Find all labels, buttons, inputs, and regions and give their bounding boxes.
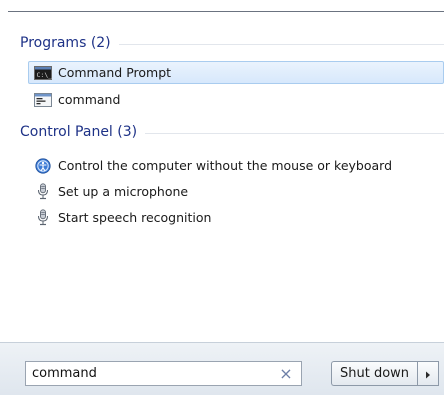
result-item-set-up-microphone[interactable]: Set up a microphone [28,180,444,203]
result-label: Start speech recognition [58,210,212,225]
dos-app-icon [34,91,52,109]
group-header-programs[interactable]: Programs (2) [20,32,444,54]
shut-down-button[interactable]: Shut down [331,361,418,386]
group-title-control-panel: Control Panel (3) [20,124,138,140]
result-label: Set up a microphone [58,184,189,199]
start-menu-bottom-bar: × Shut down [0,342,444,395]
cmd-icon: C:\_ [34,64,52,82]
shutdown-options-button[interactable] [417,361,440,386]
search-box[interactable]: × [25,361,302,386]
result-item-ease-of-access[interactable]: Control the computer without the mouse o… [28,154,444,177]
clear-search-icon[interactable]: × [275,363,297,385]
group-divider [118,43,444,45]
result-item-command-prompt[interactable]: C:\_ Command Prompt [28,61,444,84]
svg-text:C:\_: C:\_ [37,71,53,79]
result-item-command[interactable]: command [28,88,444,111]
result-label: Control the computer without the mouse o… [58,158,393,173]
microphone-icon [34,183,52,201]
microphone-icon [34,209,52,227]
search-results-pane: Programs (2) C:\_ Command Prompt command [0,12,444,342]
shutdown-group: Shut down [331,361,444,386]
group-divider [145,132,444,134]
ease-of-access-icon [34,157,52,175]
result-label: Command Prompt [58,65,172,80]
result-label: command [58,92,121,107]
group-title-programs: Programs (2) [20,35,111,51]
arrow-right-icon [425,364,431,383]
result-item-start-speech-recognition[interactable]: Start speech recognition [28,206,444,229]
search-input[interactable] [26,362,275,385]
group-header-control-panel[interactable]: Control Panel (3) [20,121,444,143]
